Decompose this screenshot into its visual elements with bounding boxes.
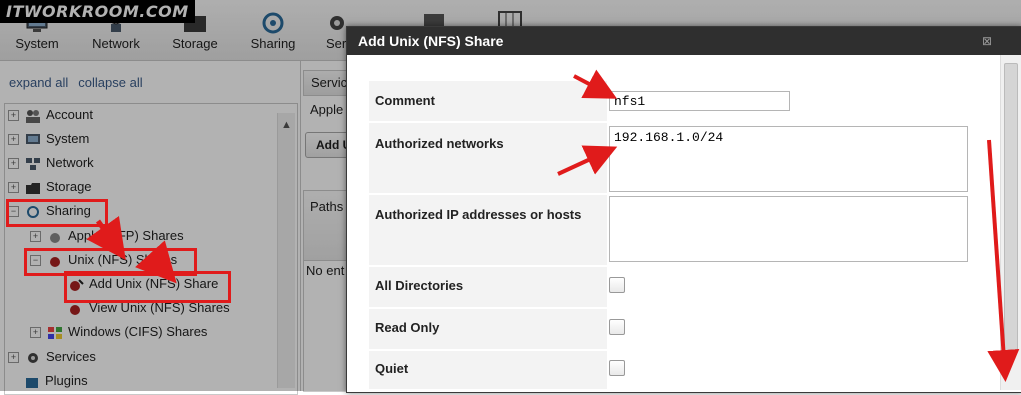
arrow-to-networks bbox=[557, 145, 618, 176]
arrow-scroll-down bbox=[987, 139, 1020, 382]
arrow-nfs-to-add bbox=[135, 240, 177, 284]
arrow-sharing-to-nfs bbox=[86, 215, 126, 261]
annotation-arrows bbox=[86, 69, 1020, 382]
arrow-to-comment bbox=[573, 69, 618, 99]
